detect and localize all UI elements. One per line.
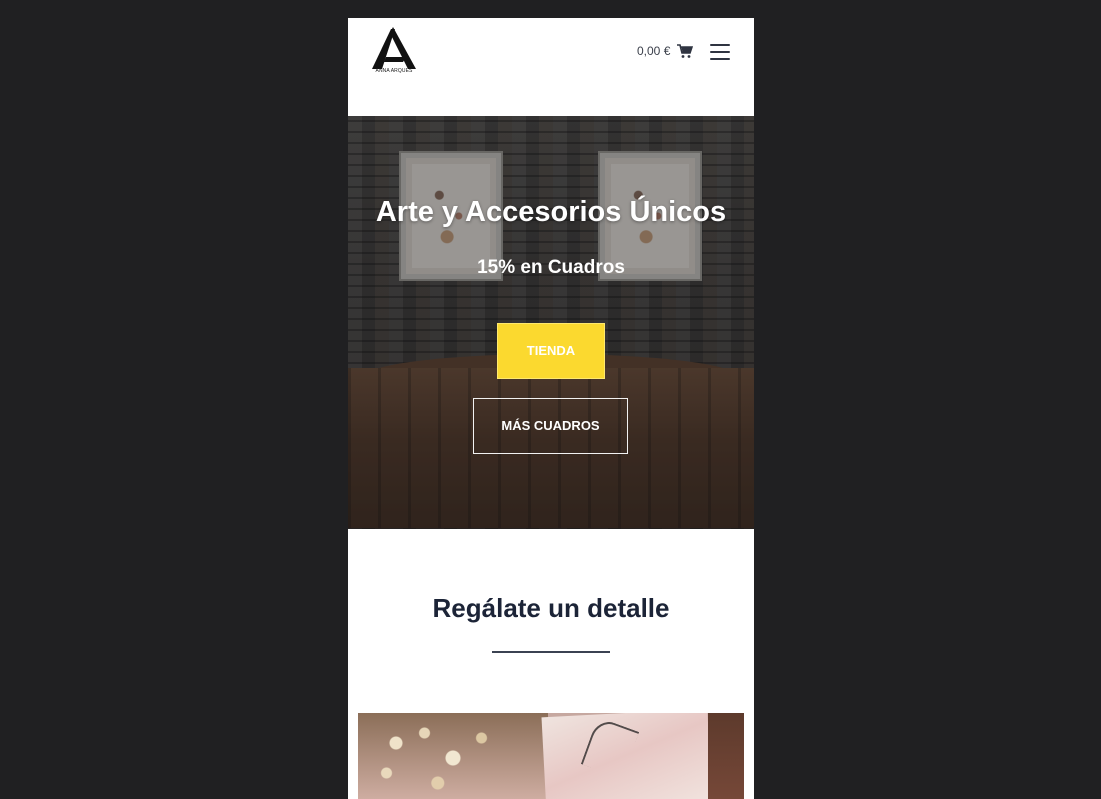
featured-product-image[interactable] — [358, 713, 744, 799]
shop-button[interactable]: TIENDA — [497, 323, 605, 379]
hero-banner: Arte y Accesorios Únicos 15% en Cuadros … — [348, 116, 754, 529]
section-title: Regálate un detalle — [432, 593, 670, 623]
gift-section: Regálate un detalle — [348, 529, 754, 799]
more-paintings-button[interactable]: MÁS CUADROS — [473, 398, 628, 454]
site-header: ANNA ARQUES 0,00 € — [348, 18, 754, 116]
site-logo[interactable]: ANNA ARQUES — [372, 27, 416, 77]
section-divider — [492, 651, 610, 653]
cart-total[interactable]: 0,00 € — [637, 44, 670, 58]
hamburger-menu-icon[interactable] — [710, 44, 730, 60]
hero-title: Arte y Accesorios Únicos — [375, 196, 727, 228]
mobile-viewport: ANNA ARQUES 0,00 € Arte y Accesorios Úni… — [348, 18, 754, 799]
logo-text: ANNA ARQUES — [375, 68, 413, 74]
cart-icon[interactable] — [677, 44, 693, 59]
logo-mark-icon — [372, 27, 416, 69]
hero-subtitle: 15% en Cuadros — [477, 257, 625, 278]
